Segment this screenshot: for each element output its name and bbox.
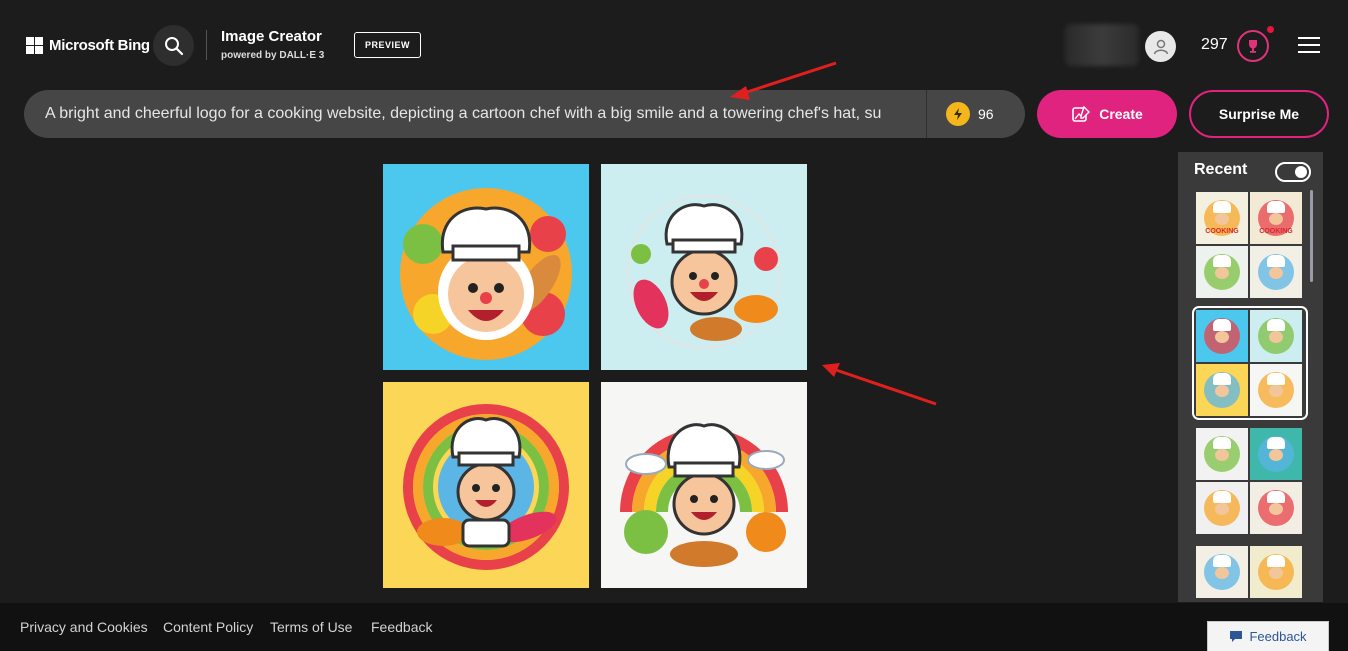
footer-link-privacy[interactable]: Privacy and Cookies bbox=[20, 619, 148, 635]
chef-illustration bbox=[620, 423, 788, 567]
thumbnail-chef-hat bbox=[1213, 437, 1231, 449]
thumbnail-chef-face bbox=[1269, 385, 1283, 397]
recent-group-3[interactable] bbox=[1196, 428, 1304, 534]
footer-link-content-policy[interactable]: Content Policy bbox=[163, 619, 253, 635]
product-subtitle: powered by DALL·E 3 bbox=[221, 50, 325, 61]
thumbnail-chef-face bbox=[1269, 213, 1283, 225]
thumbnail-chef-face bbox=[1215, 567, 1229, 579]
prompt-text[interactable]: A bright and cheerful logo for a cooking… bbox=[45, 105, 881, 123]
thumbnail-chef-face bbox=[1215, 503, 1229, 515]
generated-image-1[interactable] bbox=[383, 164, 589, 370]
create-button[interactable]: Create bbox=[1037, 90, 1177, 138]
thumbnail-chef-face bbox=[1269, 331, 1283, 343]
thumbnail-chef-face bbox=[1269, 449, 1283, 461]
product-title[interactable]: Image Creator bbox=[221, 28, 322, 45]
generated-image-2[interactable] bbox=[601, 164, 807, 370]
recent-title: Recent bbox=[1194, 161, 1248, 178]
thumbnail-chef-hat bbox=[1213, 201, 1231, 213]
thumbnail-chef-face bbox=[1215, 331, 1229, 343]
chef-illustration bbox=[400, 188, 572, 360]
recent-toggle[interactable] bbox=[1275, 162, 1311, 182]
search-icon bbox=[164, 36, 183, 55]
thumbnail-chef-hat bbox=[1267, 373, 1285, 385]
prompt-input[interactable]: A bright and cheerful logo for a cooking… bbox=[24, 90, 1025, 138]
generated-image-4[interactable] bbox=[601, 382, 807, 588]
thumbnail-chef-face bbox=[1269, 567, 1283, 579]
surprise-me-button[interactable]: Surprise Me bbox=[1189, 90, 1329, 138]
thumbnail-chef-hat bbox=[1213, 491, 1231, 503]
thumbnail-chef-face bbox=[1215, 385, 1229, 397]
thumbnail-chef-hat bbox=[1267, 437, 1285, 449]
recent-thumbnail[interactable] bbox=[1250, 482, 1302, 534]
thumbnail-chef-hat bbox=[1267, 491, 1285, 503]
rewards-points[interactable]: 297 bbox=[1201, 36, 1228, 54]
thumbnail-chef-hat bbox=[1267, 255, 1285, 267]
recent-thumbnail[interactable]: COOKING bbox=[1250, 192, 1302, 244]
recent-group-2[interactable] bbox=[1192, 306, 1308, 420]
recent-thumbnail[interactable] bbox=[1250, 364, 1302, 416]
recent-thumbnail[interactable] bbox=[1196, 310, 1248, 362]
chef-illustration bbox=[627, 195, 781, 349]
thumbnail-label: COOKING bbox=[1205, 228, 1239, 235]
recent-scrollbar[interactable] bbox=[1310, 190, 1313, 282]
recent-thumbnail[interactable] bbox=[1250, 546, 1302, 598]
blurred-username bbox=[1065, 24, 1139, 66]
boost-count: 96 bbox=[978, 106, 994, 122]
recent-thumbnail[interactable] bbox=[1196, 428, 1248, 480]
chef-illustration bbox=[403, 404, 569, 570]
feedback-button-label: Feedback bbox=[1249, 629, 1307, 644]
create-image-icon bbox=[1072, 105, 1091, 122]
user-icon bbox=[1153, 39, 1168, 54]
thumbnail-chef-hat bbox=[1213, 555, 1231, 567]
brand-name: Microsoft Bing bbox=[49, 37, 150, 54]
rewards-button[interactable] bbox=[1237, 30, 1269, 62]
search-button[interactable] bbox=[153, 25, 194, 66]
bing-logo[interactable]: Microsoft Bing bbox=[26, 37, 150, 54]
header-divider bbox=[206, 30, 207, 60]
recent-thumbnail[interactable] bbox=[1250, 428, 1302, 480]
footer-link-terms[interactable]: Terms of Use bbox=[270, 619, 352, 635]
create-label: Create bbox=[1099, 106, 1143, 122]
boost-bolt-icon bbox=[946, 102, 970, 126]
recent-thumbnail[interactable]: COOKING bbox=[1196, 192, 1248, 244]
recent-group-4[interactable] bbox=[1196, 546, 1304, 602]
recent-thumbnail[interactable] bbox=[1250, 310, 1302, 362]
thumbnail-chef-hat bbox=[1213, 319, 1231, 331]
thumbnail-chef-hat bbox=[1267, 555, 1285, 567]
thumbnail-label: COOKING bbox=[1259, 228, 1293, 235]
chat-bubble-icon bbox=[1230, 631, 1243, 642]
boost-divider bbox=[926, 90, 927, 138]
thumbnail-chef-face bbox=[1269, 503, 1283, 515]
thumbnail-chef-hat bbox=[1267, 319, 1285, 331]
hamburger-menu-icon[interactable] bbox=[1298, 37, 1320, 53]
footer-link-feedback[interactable]: Feedback bbox=[371, 619, 432, 635]
image-creator-page: Microsoft Bing Image Creator powered by … bbox=[0, 0, 1348, 651]
feedback-button[interactable]: Feedback bbox=[1207, 621, 1329, 651]
windows-logo-icon bbox=[26, 37, 43, 54]
recent-thumbnail[interactable] bbox=[1196, 246, 1248, 298]
recent-group-1[interactable]: COOKING COOKING bbox=[1196, 192, 1304, 298]
boost-counter[interactable]: 96 bbox=[946, 102, 994, 126]
footer: Privacy and Cookies Content Policy Terms… bbox=[0, 603, 1348, 651]
annotation-arrow-image bbox=[835, 368, 937, 406]
header: Microsoft Bing Image Creator powered by … bbox=[0, 0, 1348, 90]
avatar[interactable] bbox=[1145, 31, 1176, 62]
preview-badge: PREVIEW bbox=[354, 32, 421, 58]
thumbnail-chef-face bbox=[1215, 267, 1229, 279]
thumbnail-chef-face bbox=[1215, 449, 1229, 461]
trophy-icon bbox=[1249, 40, 1257, 53]
recent-panel: Recent COOKING COOKING bbox=[1178, 152, 1323, 602]
thumbnail-chef-hat bbox=[1213, 373, 1231, 385]
recent-thumbnail[interactable] bbox=[1250, 246, 1302, 298]
notification-dot bbox=[1267, 26, 1274, 33]
thumbnail-chef-hat bbox=[1213, 255, 1231, 267]
thumbnail-chef-face bbox=[1269, 267, 1283, 279]
recent-thumbnail[interactable] bbox=[1196, 364, 1248, 416]
thumbnail-chef-face bbox=[1215, 213, 1229, 225]
recent-thumbnail[interactable] bbox=[1196, 482, 1248, 534]
thumbnail-chef-hat bbox=[1267, 201, 1285, 213]
recent-thumbnail[interactable] bbox=[1196, 546, 1248, 598]
annotation-arrowhead-image bbox=[822, 363, 840, 377]
generated-image-3[interactable] bbox=[383, 382, 589, 588]
